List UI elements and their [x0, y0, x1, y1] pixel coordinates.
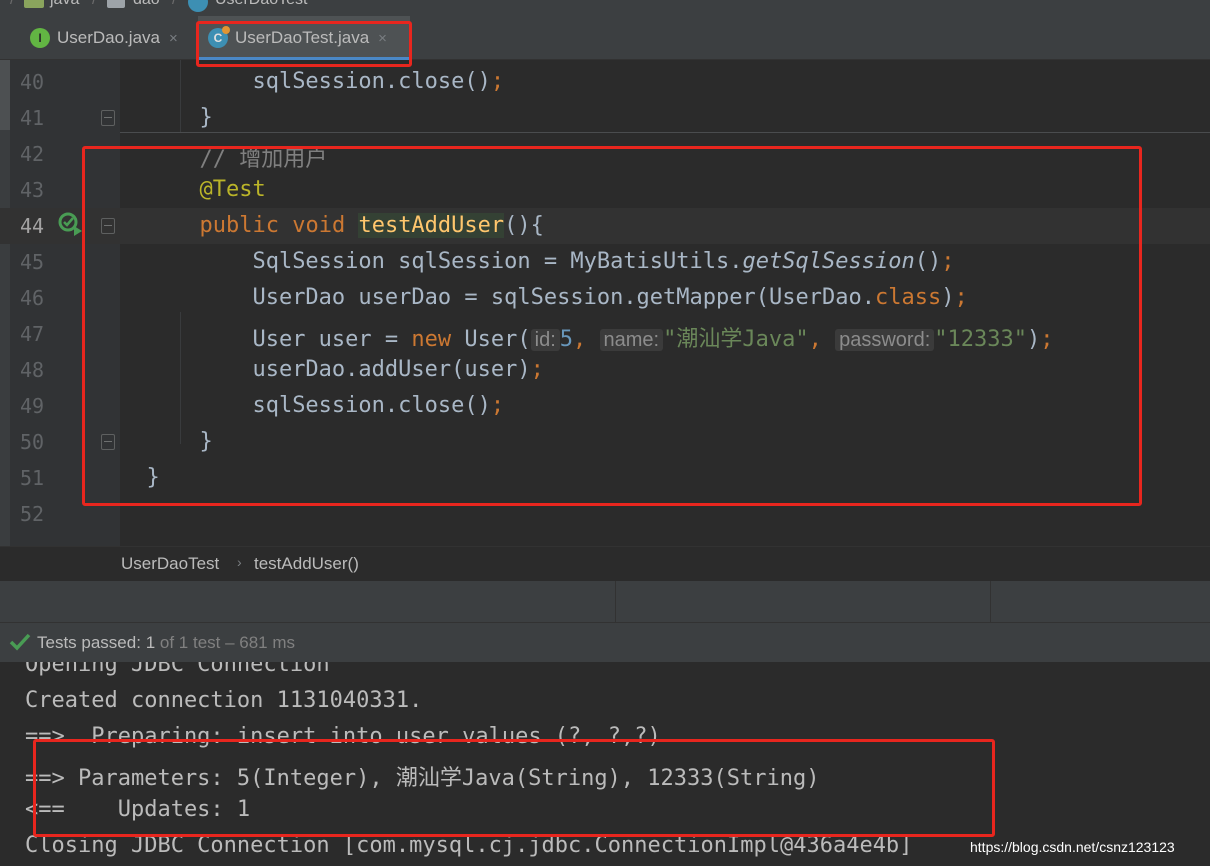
- test-status-text: Tests passed: 1 of 1 test – 681 ms: [37, 633, 296, 652]
- fold-marker[interactable]: [101, 110, 115, 126]
- param-hint-id: id:: [530, 329, 560, 351]
- code-text: userDao.addUser(user);: [252, 357, 544, 382]
- console-line: ==> Parameters: 5(Integer), 潮汕学Java(Stri…: [25, 766, 820, 791]
- code-line: 52: [0, 496, 1210, 532]
- code-text: UserDao userDao = sqlSession.getMapper(U…: [252, 285, 968, 310]
- breadcrumb-separator: /: [92, 0, 96, 9]
- fold-marker[interactable]: [101, 218, 115, 234]
- code-line: 51 }: [0, 460, 1210, 496]
- tab-userdao[interactable]: I UserDao.java ×: [20, 16, 192, 60]
- param-hint-password: password:: [835, 329, 935, 351]
- line-number: 43: [20, 178, 45, 202]
- watermark: https://blog.csdn.net/csnz123123: [968, 839, 1177, 855]
- package-icon: [107, 0, 125, 8]
- line-number: 41: [20, 106, 45, 130]
- code-line-current: 44 public void testAddUser(){: [0, 208, 1210, 244]
- code-text: @Test: [199, 177, 266, 202]
- console-output[interactable]: Opening JDBC Connection Created connecti…: [0, 662, 1210, 866]
- line-number: 49: [20, 394, 45, 418]
- code-text: }: [199, 105, 213, 130]
- breadcrumb-separator: /: [10, 0, 14, 9]
- class-icon: [188, 0, 208, 12]
- code-line: 41 }: [0, 100, 1210, 136]
- breadcrumb-dao[interactable]: dao: [133, 0, 160, 9]
- code-line: 42 // 增加用户: [0, 136, 1210, 172]
- line-number: 50: [20, 430, 45, 454]
- run-test-icon[interactable]: [58, 212, 84, 238]
- code-line: 47 User user = new User(id: 5, name: "潮汕学J…: [0, 316, 1210, 352]
- line-number: 47: [20, 322, 45, 346]
- breadcrumb-separator: /: [172, 0, 176, 9]
- fold-marker[interactable]: [101, 434, 115, 450]
- code-line: 50 }: [0, 424, 1210, 460]
- tab-label: UserDao.java: [57, 28, 160, 47]
- editor-tab-bar: I UserDao.java × C UserDaoTest.java ×: [0, 16, 1210, 60]
- code-text: sqlSession.close();: [252, 393, 505, 418]
- code-line: 43 @Test: [0, 172, 1210, 208]
- code-line: 40 sqlSession.close();: [0, 64, 1210, 100]
- breadcrumb-method[interactable]: testAddUser(): [254, 554, 359, 574]
- console-line: ==> Preparing: insert into user values (…: [25, 724, 661, 749]
- code-text: // 增加用户: [199, 147, 328, 172]
- class-icon: C: [208, 26, 230, 48]
- check-icon: [9, 633, 31, 651]
- code-text: sqlSession.close();: [252, 69, 505, 94]
- editor-breadcrumb: UserDaoTest › testAddUser(): [0, 546, 1210, 580]
- code-text: }: [199, 429, 213, 454]
- code-line: 45 SqlSession sqlSession = MyBatisUtils.…: [0, 244, 1210, 280]
- console-line: Closing JDBC Connection [com.mysql.cj.jd…: [25, 833, 913, 858]
- code-text: }: [146, 465, 160, 490]
- run-panel-toolbar: [0, 580, 1210, 623]
- project-breadcrumb: / java / dao / UserDaoTest: [0, 0, 1210, 16]
- line-number: 42: [20, 142, 45, 166]
- line-number: 48: [20, 358, 45, 382]
- breadcrumb-class[interactable]: UserDaoTest: [121, 554, 219, 574]
- code-line: 46 UserDao userDao = sqlSession.getMappe…: [0, 280, 1210, 316]
- code-text: User user = new User(id: 5, name: "潮汕学Java…: [252, 327, 1054, 352]
- folder-icon: [24, 0, 44, 8]
- tab-label: UserDaoTest.java: [235, 28, 370, 47]
- line-number: 40: [20, 70, 45, 94]
- chevron-right-icon: ›: [237, 554, 242, 570]
- close-icon[interactable]: ×: [378, 30, 387, 47]
- interface-icon: I: [30, 28, 50, 48]
- breadcrumb-java[interactable]: java: [50, 0, 79, 9]
- line-number: 45: [20, 250, 45, 274]
- line-number: 52: [20, 502, 45, 526]
- console-line: Opening JDBC Connection: [25, 662, 330, 677]
- console-line: <== Updates: 1: [25, 797, 251, 822]
- code-text: public void testAddUser(){: [199, 213, 544, 238]
- line-number: 46: [20, 286, 45, 310]
- tab-userdaotest[interactable]: C UserDaoTest.java ×: [198, 16, 410, 60]
- line-number: 44: [20, 214, 45, 238]
- console-line: Created connection 1131040331.: [25, 688, 423, 713]
- param-hint-name: name:: [599, 329, 664, 351]
- line-number: 51: [20, 466, 45, 490]
- code-line: 48 userDao.addUser(user);: [0, 352, 1210, 388]
- test-status-bar: Tests passed: 1 of 1 test – 681 ms: [0, 622, 1210, 662]
- code-editor[interactable]: 40 sqlSession.close(); 41 } 42 // 增加用户 4…: [0, 60, 1210, 546]
- close-icon[interactable]: ×: [169, 30, 178, 47]
- code-line: 49 sqlSession.close();: [0, 388, 1210, 424]
- code-text: SqlSession sqlSession = MyBatisUtils.get…: [252, 249, 955, 274]
- breadcrumb-class[interactable]: UserDaoTest: [215, 0, 307, 9]
